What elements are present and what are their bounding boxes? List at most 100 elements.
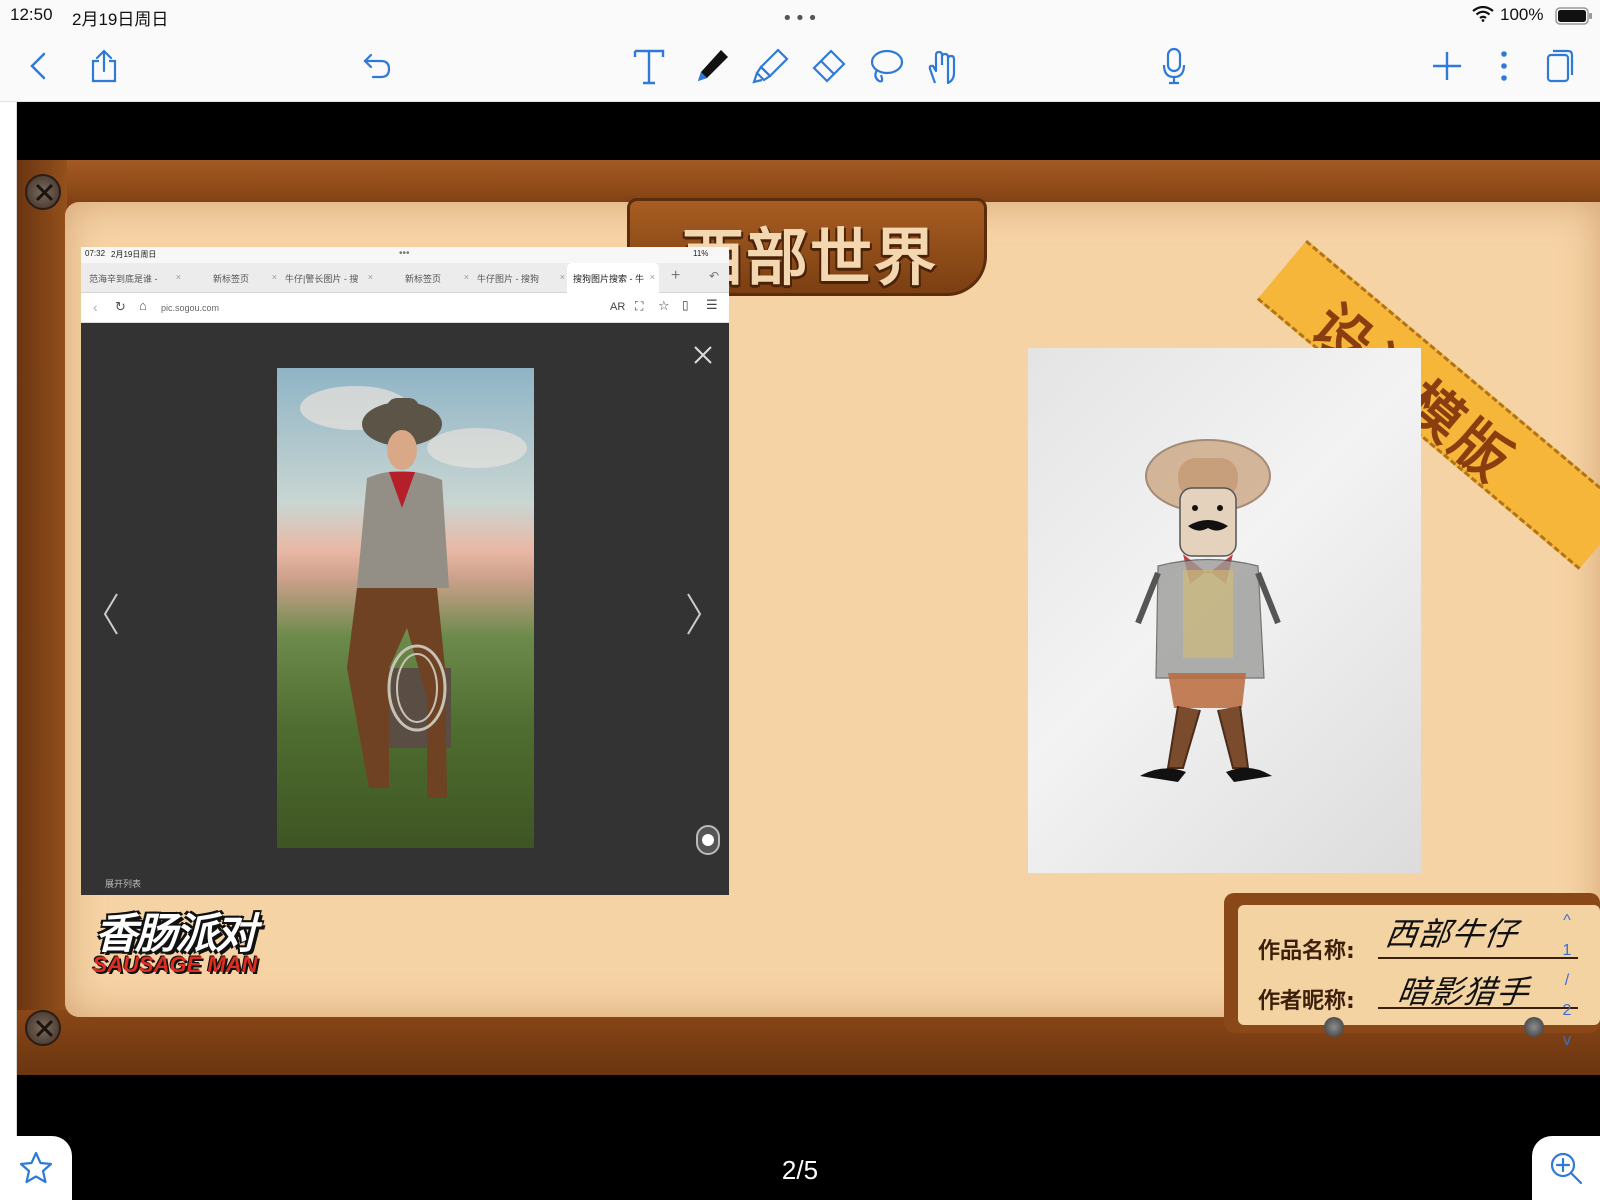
lasso-tool-button[interactable] bbox=[864, 44, 908, 88]
share-button[interactable] bbox=[82, 44, 126, 88]
embedded-tab-label: 牛仔图片 - 搜狗 bbox=[477, 274, 539, 284]
embedded-tab-label: 新标签页 bbox=[213, 274, 250, 284]
page-scroll-indicator[interactable]: ^ 1 / 2 v bbox=[1555, 912, 1579, 1072]
embedded-assistive-touch-icon bbox=[696, 825, 720, 855]
sidebar-edge bbox=[0, 102, 17, 1200]
pages-button[interactable] bbox=[1537, 44, 1581, 88]
embedded-browser-screenshot: 07:32 2月19日周日 ••• 11% 范海辛到底是谁 - × 新标签页 × 牛… bbox=[81, 247, 729, 895]
work-name-line bbox=[1378, 957, 1578, 959]
eraser-icon bbox=[812, 49, 846, 83]
pen-tool-button[interactable] bbox=[690, 44, 734, 88]
wood-frame-left bbox=[17, 160, 67, 1075]
back-button[interactable] bbox=[17, 44, 61, 88]
embedded-tab: 牛仔图片 - 搜狗 × bbox=[473, 263, 565, 293]
text-tool-button[interactable] bbox=[627, 44, 671, 88]
text-tool-icon bbox=[633, 49, 665, 85]
embedded-url-bar: ‹ ↻ ⌂ pic.sogou.com AR ⛶ ☆ ▯ ☰ bbox=[81, 293, 729, 323]
more-options-button[interactable] bbox=[1482, 44, 1526, 88]
hand-pointer-icon bbox=[928, 50, 956, 85]
embedded-tab-active: 搜狗图片搜索 - 牛 × bbox=[567, 263, 659, 293]
embedded-tab-label: 牛仔|警长图片 - 搜 bbox=[285, 274, 359, 284]
close-icon: × bbox=[271, 272, 277, 282]
cowboy-drawing-figure bbox=[1135, 439, 1281, 782]
microphone-icon bbox=[1162, 47, 1186, 85]
embedded-next-arrow-icon bbox=[687, 593, 702, 635]
pages-icon bbox=[1546, 49, 1574, 83]
logo-english: SAUSAGE MAN bbox=[92, 952, 258, 977]
status-bar: 12:50 2月19日周日 ••• 100% bbox=[0, 0, 1600, 30]
new-tab-icon: + bbox=[671, 267, 681, 284]
share-icon bbox=[91, 49, 117, 83]
embedded-tab-bar: 范海辛到底是谁 - × 新标签页 × 牛仔|警长图片 - 搜 × 新标签页 × 牛仔图片… bbox=[81, 263, 729, 293]
cowboy-photo bbox=[277, 368, 534, 848]
embedded-status-bar: 07:32 2月19日周日 ••• 11% bbox=[81, 247, 729, 263]
battery-icon bbox=[1555, 7, 1592, 25]
lasso-icon bbox=[870, 49, 904, 83]
multitasking-dots-icon[interactable]: ••• bbox=[782, 8, 820, 29]
plus-icon bbox=[1433, 52, 1461, 80]
close-icon: × bbox=[175, 272, 181, 282]
embedded-dots-icon: ••• bbox=[399, 248, 410, 259]
embedded-back-icon: ‹ bbox=[93, 299, 98, 315]
work-name-value: 西部牛仔 bbox=[1383, 915, 1521, 953]
artwork-info-card: 作品名称: 西部牛仔 作者昵称: 暗影猎手 bbox=[1224, 893, 1600, 1037]
battery-percentage: 100% bbox=[1500, 5, 1544, 24]
bolt-icon bbox=[1324, 1017, 1344, 1037]
embedded-tab-label: 新标签页 bbox=[405, 274, 442, 284]
embedded-time: 07:32 bbox=[85, 249, 106, 258]
undo-icon bbox=[363, 53, 391, 79]
cowboy-drawing bbox=[1028, 348, 1421, 873]
page-down-icon[interactable]: v bbox=[1555, 1032, 1579, 1050]
close-icon: × bbox=[649, 272, 655, 282]
embedded-scan-icon: ⛶ bbox=[635, 299, 644, 313]
chevron-left-icon bbox=[30, 52, 46, 80]
embedded-close-icon bbox=[694, 346, 712, 364]
sausage-man-logo: 香肠派对 SAUSAGE MAN bbox=[89, 900, 261, 985]
work-name-label: 作品名称: bbox=[1258, 939, 1355, 964]
embedded-url: pic.sogou.com bbox=[161, 303, 220, 313]
embedded-date: 2月19日周日 bbox=[111, 250, 157, 259]
close-icon: × bbox=[463, 272, 469, 282]
embedded-tab: 新标签页 × bbox=[377, 263, 469, 293]
embedded-tab-label: 范海辛到底是谁 - bbox=[89, 274, 158, 284]
eraser-tool-button[interactable] bbox=[806, 44, 850, 88]
screw-icon bbox=[25, 174, 61, 210]
current-page-number: 1 bbox=[1562, 942, 1572, 959]
author-label: 作者昵称: bbox=[1258, 989, 1355, 1014]
close-icon: × bbox=[559, 272, 565, 282]
embedded-home-icon: ⌂ bbox=[139, 298, 147, 313]
embedded-prev-arrow-icon bbox=[103, 593, 118, 635]
embedded-expand-list: 展开列表 bbox=[105, 879, 142, 889]
undo-button[interactable] bbox=[355, 44, 399, 88]
page-up-icon[interactable]: ^ bbox=[1555, 912, 1579, 930]
wifi-icon bbox=[1472, 6, 1494, 22]
embedded-star-icon: ☆ bbox=[658, 298, 670, 313]
embedded-tab: 新标签页 × bbox=[185, 263, 277, 293]
pen-icon bbox=[698, 50, 728, 81]
annotation-toolbar bbox=[0, 30, 1600, 102]
hand-tool-button[interactable] bbox=[921, 44, 965, 88]
highlighter-tool-button[interactable] bbox=[749, 44, 793, 88]
status-time: 12:50 bbox=[10, 5, 53, 24]
embedded-tab: 范海辛到底是谁 - × bbox=[89, 263, 181, 293]
embedded-tab: 牛仔|警长图片 - 搜 × bbox=[281, 263, 373, 293]
embedded-reload-icon: ↻ bbox=[115, 299, 126, 314]
embedded-battery: 11% bbox=[693, 249, 709, 258]
embedded-menu-icon: ☰ bbox=[706, 297, 718, 312]
zoom-in-icon bbox=[1550, 1152, 1583, 1185]
add-button[interactable] bbox=[1425, 44, 1469, 88]
screw-icon bbox=[25, 1010, 61, 1046]
page-counter: 2/5 bbox=[781, 1155, 819, 1185]
cowboy-figure bbox=[300, 386, 527, 798]
embedded-undo-icon: ↶ bbox=[709, 269, 720, 283]
zoom-in-button[interactable] bbox=[1532, 1136, 1600, 1200]
artwork-info-card-inner: 作品名称: 西部牛仔 作者昵称: 暗影猎手 bbox=[1238, 905, 1600, 1025]
total-page-number: 2 bbox=[1562, 1002, 1572, 1019]
highlighter-icon bbox=[752, 48, 789, 84]
author-value: 暗影猎手 bbox=[1395, 973, 1533, 1011]
more-vertical-icon bbox=[1501, 51, 1507, 81]
bolt-icon bbox=[1524, 1017, 1544, 1037]
slide: 西部世界 设计模版 07:32 2月19日周日 ••• 11% 范海辛到底是谁 … bbox=[17, 160, 1600, 1075]
microphone-button[interactable] bbox=[1152, 44, 1196, 88]
embedded-book-icon: ▯ bbox=[682, 298, 689, 312]
